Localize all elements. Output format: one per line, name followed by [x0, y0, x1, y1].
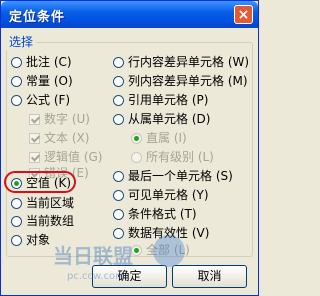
radio-comments-label: 批注 (C)	[26, 55, 72, 69]
radio-direct-only[interactable]: 直属 (I)	[131, 130, 187, 146]
check-numbers[interactable]: 数字 (U)	[29, 111, 90, 127]
radio-direct-only-label: 直属 (I)	[146, 131, 187, 145]
go-to-special-dialog: 定位条件 × 选择 批注 (C) 常量 (O) 公式 (F) 数字 (U) 文本…	[0, 0, 259, 296]
radio-row-differences-label: 行内容差异单元格 (W)	[128, 55, 250, 69]
radio-button-icon[interactable]	[113, 208, 124, 220]
radio-last-cell[interactable]: 最后一个单元格 (S)	[113, 168, 233, 184]
select-group-label: 选择	[6, 33, 37, 50]
radio-conditional-formats[interactable]: 条件格式 (T)	[113, 206, 197, 222]
radio-button-icon[interactable]	[11, 234, 22, 246]
radio-formulas-label: 公式 (F)	[26, 93, 71, 107]
title-bar[interactable]: 定位条件 ×	[1, 1, 258, 28]
radio-validation-all[interactable]: 全部 (L)	[131, 242, 190, 258]
radio-button-icon[interactable]	[11, 75, 22, 87]
radio-blanks[interactable]: 空值 (K)	[11, 175, 71, 191]
radio-button-icon[interactable]	[113, 227, 124, 239]
radio-last-cell-label: 最后一个单元格 (S)	[128, 169, 233, 183]
radio-visible-cells[interactable]: 可见单元格 (Y)	[113, 187, 209, 203]
radio-row-differences[interactable]: 行内容差异单元格 (W)	[113, 54, 249, 70]
radio-button-icon[interactable]	[11, 56, 22, 68]
radio-button-icon[interactable]	[131, 151, 142, 163]
radio-column-differences[interactable]: 列内容差异单元格 (M)	[113, 73, 248, 89]
window-title: 定位条件	[9, 10, 66, 25]
check-text-label: 文本 (X)	[44, 131, 90, 145]
radio-precedents-label: 引用单元格 (P)	[128, 93, 209, 107]
radio-button-icon[interactable]	[113, 170, 124, 182]
radio-button-icon[interactable]	[113, 75, 124, 87]
radio-button-icon[interactable]	[11, 177, 22, 189]
radio-validation-all-label: 全部 (L)	[146, 243, 190, 257]
radio-objects-label: 对象	[26, 233, 51, 247]
radio-current-array[interactable]: 当前数组	[11, 213, 74, 229]
cancel-button[interactable]: 取消	[172, 265, 247, 288]
radio-formulas[interactable]: 公式 (F)	[11, 92, 70, 108]
radio-button-icon[interactable]	[131, 132, 142, 144]
radio-all-levels-label: 所有级别 (L)	[146, 150, 214, 164]
checkbox-icon[interactable]	[29, 132, 40, 144]
radio-data-validation-label: 数据有效性 (V)	[128, 226, 210, 240]
radio-objects[interactable]: 对象	[11, 232, 50, 248]
radio-button-icon[interactable]	[113, 189, 124, 201]
ok-button[interactable]: 确定	[92, 265, 167, 288]
check-text[interactable]: 文本 (X)	[29, 130, 89, 146]
radio-button-icon[interactable]	[113, 113, 124, 125]
checkbox-icon[interactable]	[29, 151, 40, 163]
radio-comments[interactable]: 批注 (C)	[11, 54, 72, 70]
close-button[interactable]: ×	[234, 5, 253, 24]
radio-blanks-label: 空值 (K)	[26, 176, 72, 190]
radio-constants[interactable]: 常量 (O)	[11, 73, 73, 89]
radio-current-array-label: 当前数组	[26, 214, 75, 228]
radio-current-region-label: 当前区域	[26, 196, 75, 210]
radio-button-icon[interactable]	[113, 94, 124, 106]
radio-button-icon[interactable]	[11, 215, 22, 227]
radio-constants-label: 常量 (O)	[26, 74, 73, 88]
radio-button-icon[interactable]	[11, 94, 22, 106]
radio-conditional-formats-label: 条件格式 (T)	[128, 207, 197, 221]
radio-column-differences-label: 列内容差异单元格 (M)	[128, 74, 248, 88]
radio-button-icon[interactable]	[131, 244, 142, 256]
radio-all-levels[interactable]: 所有级别 (L)	[131, 149, 214, 165]
radio-button-icon[interactable]	[113, 56, 124, 68]
check-numbers-label: 数字 (U)	[44, 112, 90, 126]
checkbox-icon[interactable]	[29, 113, 40, 125]
radio-precedents[interactable]: 引用单元格 (P)	[113, 92, 208, 108]
close-icon: ×	[237, 6, 250, 23]
check-logicals-label: 逻辑值 (G)	[44, 150, 103, 164]
radio-button-icon[interactable]	[11, 197, 22, 209]
check-logicals[interactable]: 逻辑值 (G)	[29, 149, 102, 165]
radio-visible-cells-label: 可见单元格 (Y)	[128, 188, 209, 202]
radio-current-region[interactable]: 当前区域	[11, 195, 74, 211]
radio-dependents-label: 从属单元格 (D)	[128, 112, 211, 126]
radio-data-validation[interactable]: 数据有效性 (V)	[113, 225, 209, 241]
radio-dependents[interactable]: 从属单元格 (D)	[113, 111, 210, 127]
